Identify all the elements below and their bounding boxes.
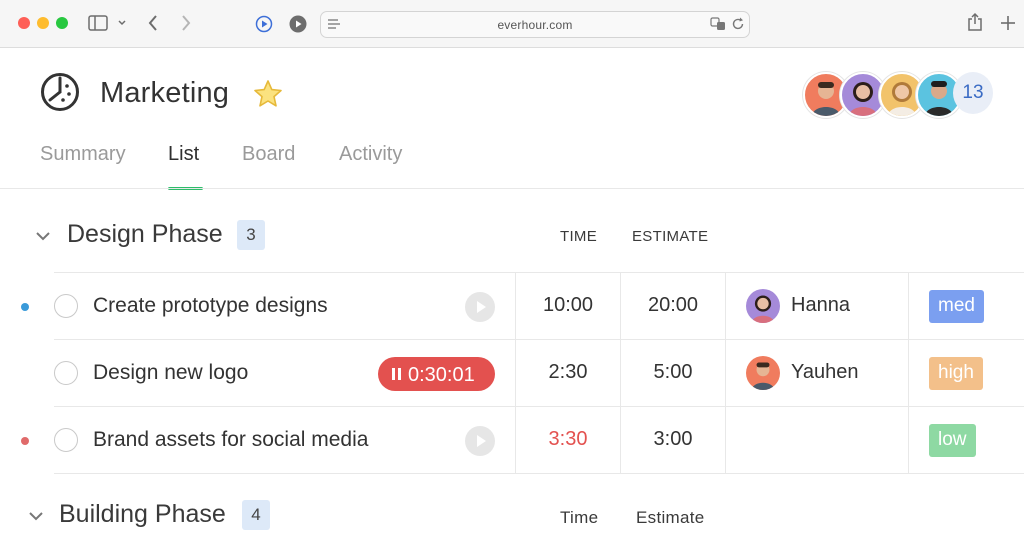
- priority-tag[interactable]: low: [929, 424, 976, 457]
- member-overflow-count[interactable]: 13: [953, 72, 993, 114]
- task-time[interactable]: 10:00: [516, 294, 620, 317]
- tab-summary[interactable]: Summary: [40, 143, 126, 166]
- person-avatar-icon: [849, 82, 877, 116]
- project-pie-icon: [41, 73, 79, 111]
- task-time-over-estimate[interactable]: 3:30: [516, 428, 620, 451]
- section-title[interactable]: Building Phase: [59, 500, 226, 529]
- person-avatar-icon: [751, 362, 775, 390]
- tab-board[interactable]: Board: [242, 143, 295, 166]
- project-title: Marketing: [100, 77, 230, 109]
- table-row[interactable]: Brand assets for social media 3:30 3:00 …: [0, 407, 1024, 474]
- sidebar-toggle-icon[interactable]: [88, 14, 108, 32]
- address-bar[interactable]: everhour.com: [320, 11, 750, 38]
- section-task-count: 3: [237, 220, 265, 250]
- task-name[interactable]: Design new logo: [93, 361, 248, 385]
- table-row[interactable]: Create prototype designs 10:00 20:00 Han…: [0, 273, 1024, 340]
- column-header-estimate[interactable]: ESTIMATE: [632, 228, 708, 245]
- start-timer-button[interactable]: [465, 292, 495, 322]
- url-text: everhour.com: [497, 18, 573, 32]
- minimize-window-button[interactable]: [37, 17, 49, 29]
- column-header-time[interactable]: Time: [560, 508, 598, 528]
- close-window-button[interactable]: [18, 17, 30, 29]
- table-row[interactable]: Design new logo 0:30:01 2:30 5:00 Yauhen…: [0, 340, 1024, 407]
- pause-icon: [392, 368, 402, 380]
- task-status-dot: [21, 303, 29, 311]
- assignee-avatar[interactable]: [746, 289, 780, 323]
- person-avatar-icon: [751, 295, 775, 323]
- column-header-time[interactable]: TIME: [560, 228, 597, 245]
- project-page: Marketing 13 Summary List Board Activity…: [0, 48, 1024, 532]
- section-title[interactable]: Design Phase: [67, 220, 223, 249]
- forward-arrow-icon[interactable]: [180, 14, 192, 32]
- assignee-avatar[interactable]: [746, 356, 780, 390]
- share-icon[interactable]: [967, 12, 983, 32]
- priority-tag[interactable]: high: [929, 357, 983, 390]
- extension-play-icon[interactable]: [255, 15, 273, 33]
- chevron-down-icon[interactable]: [117, 18, 127, 28]
- task-complete-checkbox[interactable]: [54, 428, 78, 452]
- reload-icon[interactable]: [731, 17, 745, 31]
- assignee-name[interactable]: Yauhen: [791, 361, 858, 384]
- task-estimate[interactable]: 20:00: [621, 294, 725, 317]
- browser-toolbar: everhour.com: [0, 0, 1024, 48]
- tab-activity[interactable]: Activity: [339, 143, 402, 166]
- translate-icon[interactable]: [710, 17, 726, 31]
- task-complete-checkbox[interactable]: [54, 361, 78, 385]
- new-tab-icon[interactable]: [1000, 15, 1016, 31]
- section-header-building-phase: Building Phase 4 Time Estimate: [0, 496, 1024, 536]
- tab-list[interactable]: List: [168, 143, 199, 166]
- task-status-dot: [21, 437, 29, 445]
- task-name[interactable]: Brand assets for social media: [93, 428, 368, 452]
- priority-tag[interactable]: med: [929, 290, 984, 323]
- tabs-divider: [0, 188, 1024, 189]
- project-members[interactable]: 13: [803, 72, 993, 118]
- section-task-count: 4: [242, 500, 270, 530]
- chevron-down-icon[interactable]: [28, 508, 44, 524]
- start-timer-button[interactable]: [465, 426, 495, 456]
- task-complete-checkbox[interactable]: [54, 294, 78, 318]
- task-time[interactable]: 2:30: [516, 361, 620, 384]
- task-estimate[interactable]: 3:00: [621, 428, 725, 451]
- column-header-estimate[interactable]: Estimate: [636, 508, 705, 528]
- media-play-icon[interactable]: [289, 15, 307, 33]
- task-name[interactable]: Create prototype designs: [93, 294, 328, 318]
- section-header-design-phase: Design Phase 3 TIME ESTIMATE: [0, 216, 1024, 256]
- running-timer-button[interactable]: 0:30:01: [378, 357, 495, 391]
- chevron-down-icon[interactable]: [35, 228, 51, 244]
- task-estimate[interactable]: 5:00: [621, 361, 725, 384]
- favorite-star-icon[interactable]: [252, 78, 284, 110]
- assignee-name[interactable]: Hanna: [791, 294, 850, 317]
- back-arrow-icon[interactable]: [147, 14, 159, 32]
- timer-value: 0:30:01: [408, 364, 475, 386]
- maximize-window-button[interactable]: [56, 17, 68, 29]
